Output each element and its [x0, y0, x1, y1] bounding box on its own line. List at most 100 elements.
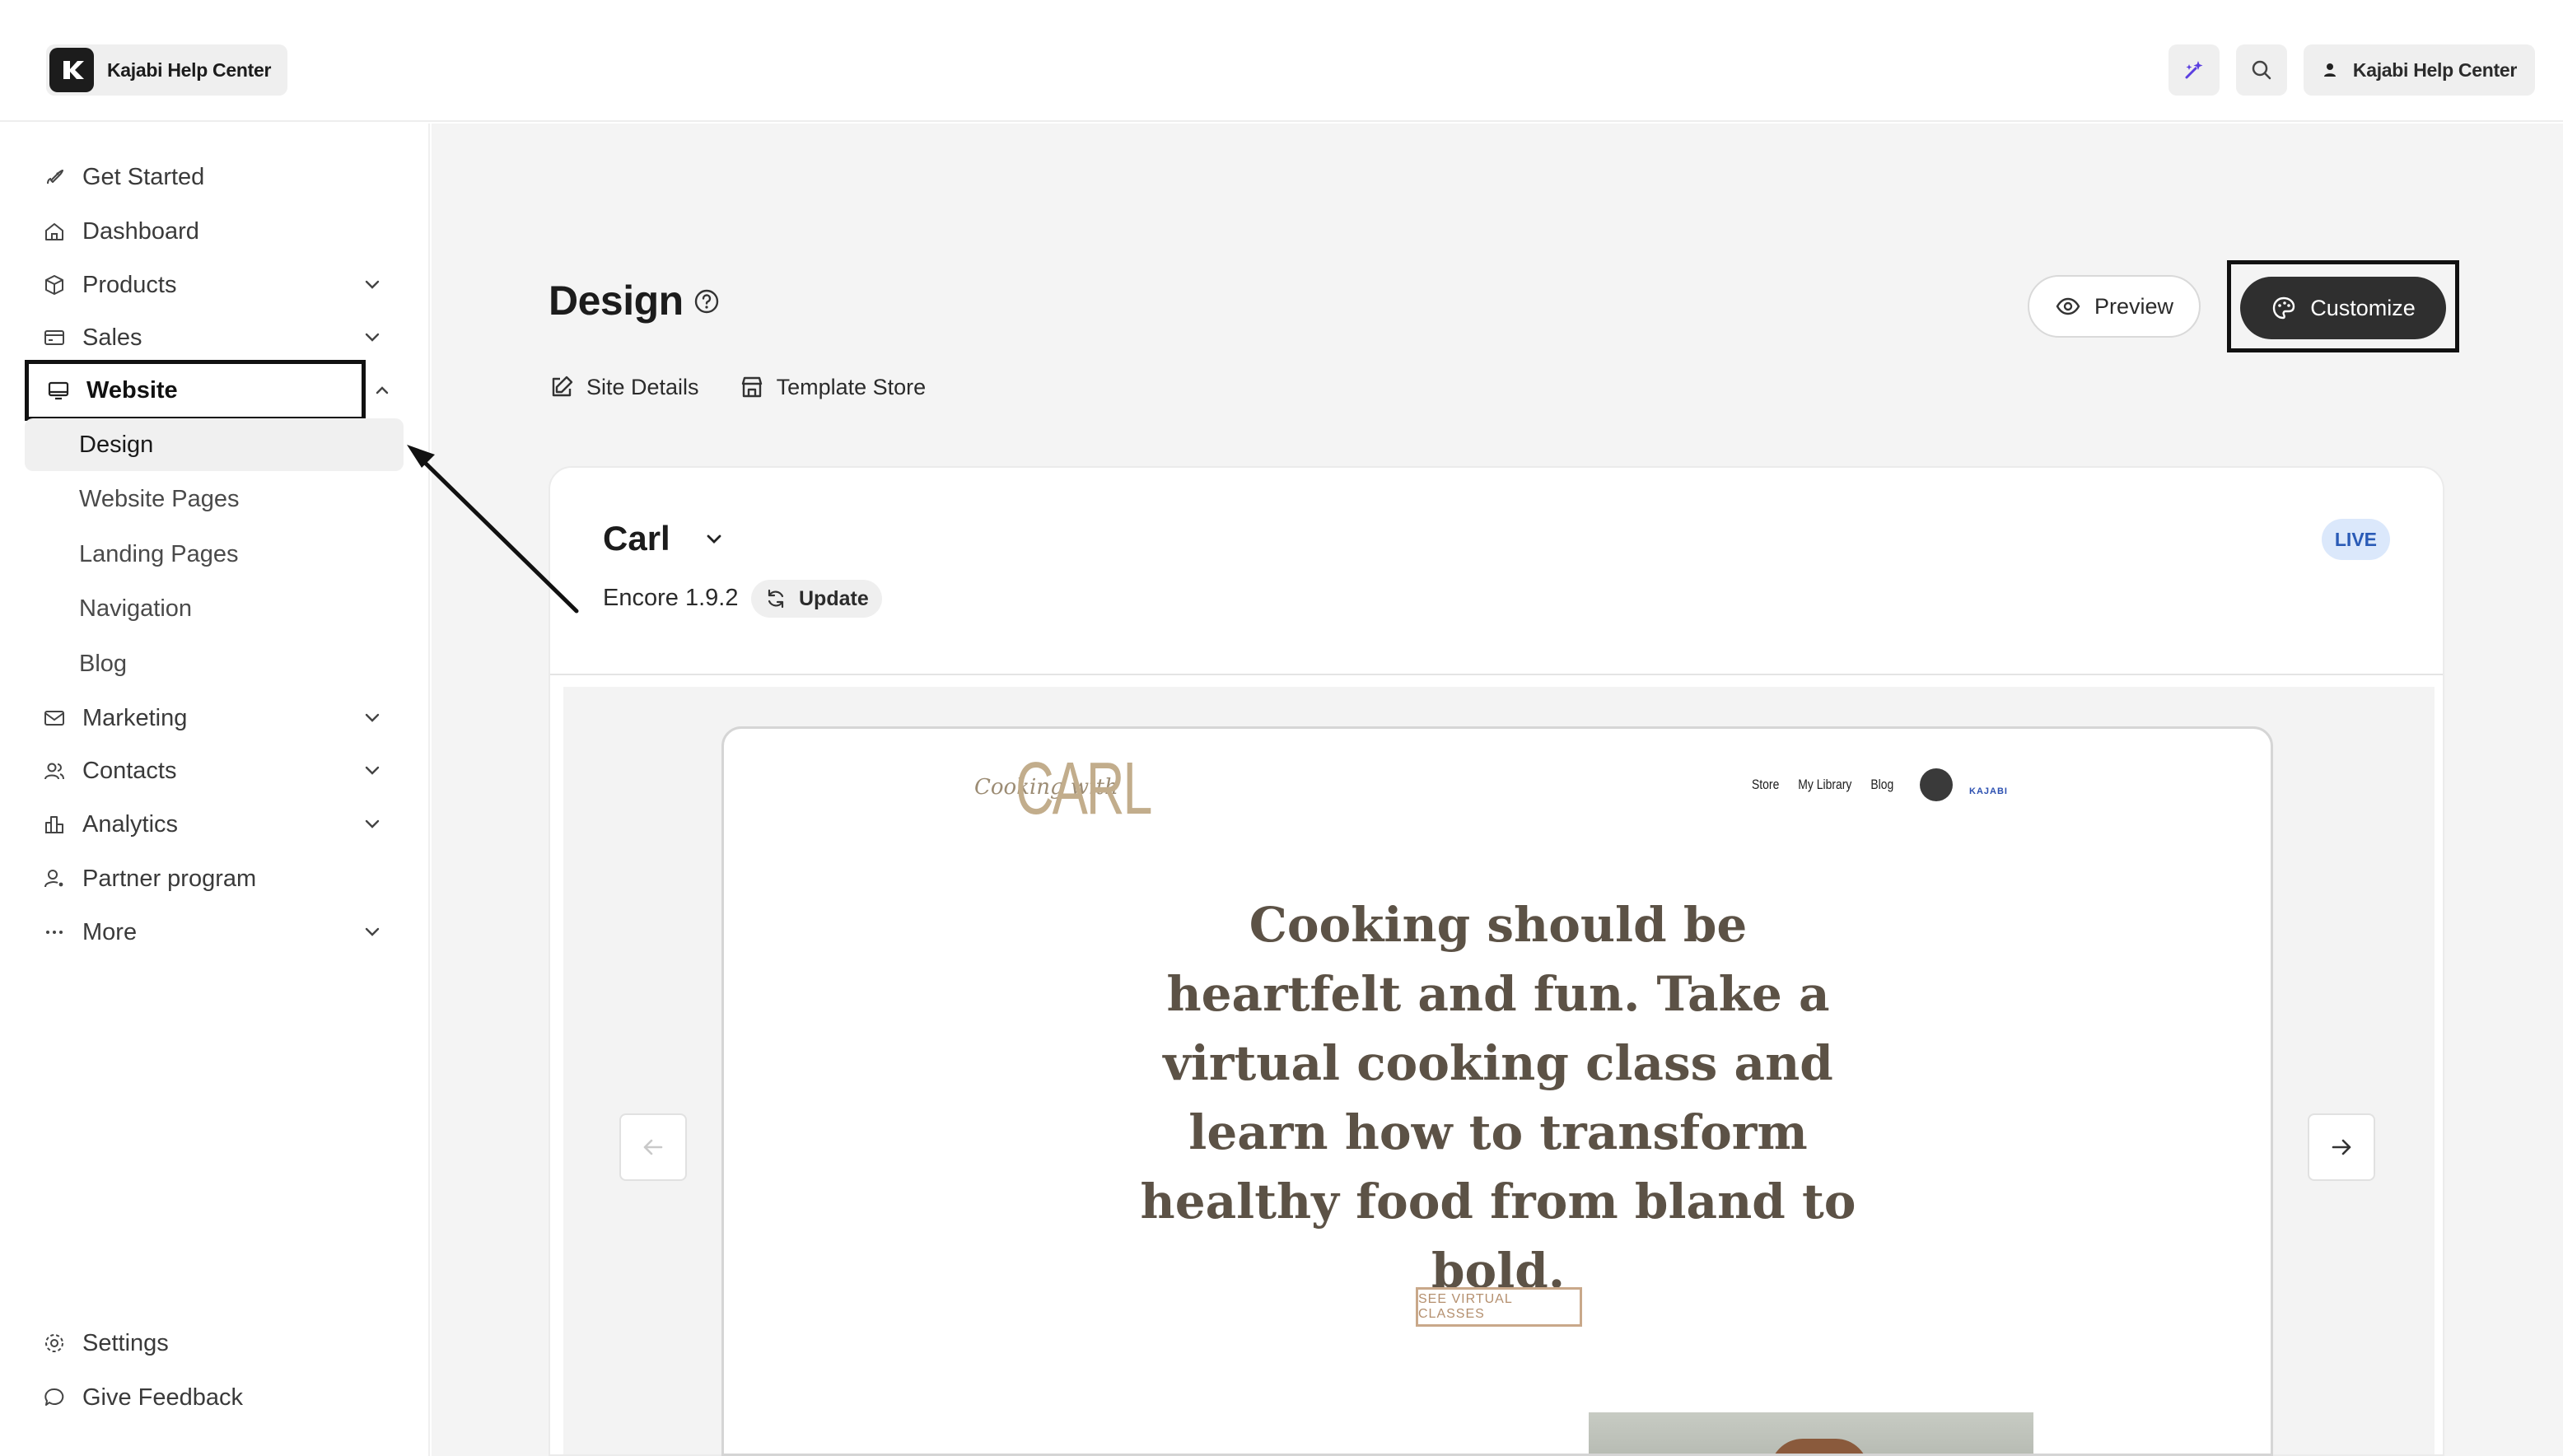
chevron-down-icon — [365, 766, 380, 775]
sidebar-subitem-navigation[interactable]: Navigation — [25, 582, 404, 635]
sidebar-subitem-landing-pages[interactable]: Landing Pages — [25, 528, 404, 581]
preview-button[interactable]: Preview — [2028, 275, 2201, 338]
tab-template-store[interactable]: Template Store — [739, 374, 927, 400]
chevron-down-icon[interactable] — [702, 527, 726, 552]
brand-name: Kajabi Help Center — [107, 58, 272, 81]
sidebar-item-label: Give Feedback — [82, 1384, 244, 1411]
site-cta-button: SEE VIRTUAL CLASSES — [1416, 1287, 1582, 1327]
users-icon — [41, 758, 68, 784]
customize-label: Customize — [2310, 295, 2416, 320]
page-title: Design — [549, 278, 684, 324]
sidebar-item-give-feedback[interactable]: Give Feedback — [25, 1374, 404, 1421]
sidebar-subitem-label: Blog — [79, 650, 128, 677]
sidebar-item-products[interactable]: Products — [25, 262, 404, 308]
sidebar-item-analytics[interactable]: Analytics — [25, 801, 404, 847]
arrow-right-icon — [2332, 1139, 2351, 1155]
mail-icon — [41, 705, 68, 731]
next-slide-button[interactable] — [2308, 1113, 2375, 1181]
site-nav: Store My Library Blog — [1752, 777, 1893, 793]
customize-button[interactable]: Customize — [2240, 277, 2446, 339]
sidebar-item-label: Analytics — [82, 810, 179, 838]
chat-icon — [41, 1384, 68, 1411]
sidebar-item-label: More — [82, 918, 138, 945]
chevron-down-icon — [365, 927, 380, 936]
search-button[interactable] — [2235, 44, 2287, 96]
site-nav-item: Store — [1752, 777, 1780, 792]
sidebar-item-website[interactable]: Website — [25, 360, 366, 421]
sidebar-item-label: Partner program — [82, 865, 257, 892]
live-status-badge: LIVE — [2321, 519, 2390, 560]
sidebar-subitem-blog[interactable]: Blog — [25, 637, 404, 690]
site-kajabi-logo: KAJABI — [1969, 786, 2008, 796]
sidebar-subitem-label: Website Pages — [79, 485, 240, 512]
edit-icon — [552, 376, 573, 397]
update-label: Update — [799, 586, 869, 610]
site-avatar — [1920, 768, 1953, 801]
theme-version: Encore 1.9.2 — [603, 585, 739, 611]
sidebar-item-partner-program[interactable]: Partner program — [25, 856, 404, 902]
kajabi-logo-icon — [49, 48, 94, 92]
update-button[interactable]: Update — [751, 580, 882, 618]
sidebar-subitem-website-pages[interactable]: Website Pages — [25, 473, 404, 525]
chevron-down-icon — [365, 819, 380, 828]
chevron-down-icon — [365, 333, 380, 342]
ai-assistant-button[interactable] — [2168, 44, 2220, 96]
sidebar-item-label: Marketing — [82, 704, 188, 731]
sidebar-item-label: Settings — [82, 1329, 169, 1356]
customize-highlight: Customize — [2227, 260, 2459, 352]
rocket-icon — [41, 164, 68, 190]
sidebar-item-marketing[interactable]: Marketing — [25, 695, 404, 741]
site-hero-heading: Cooking should be heartfelt and fun. Tak… — [1140, 897, 1856, 1299]
sidebar-item-label: Contacts — [82, 757, 177, 784]
site-logo: CARL — [1015, 748, 1152, 830]
sidebar-item-label: Website — [86, 376, 178, 404]
sidebar-subitem-label: Navigation — [79, 595, 193, 622]
brand-button[interactable]: Kajabi Help Center — [46, 44, 288, 96]
sidebar-item-settings[interactable]: Settings — [25, 1320, 404, 1366]
refresh-icon — [768, 589, 784, 609]
monitor-icon — [45, 377, 72, 404]
sidebar-item-more[interactable]: More — [25, 909, 404, 955]
sidebar-item-get-started[interactable]: Get Started — [25, 154, 404, 200]
search-icon — [2252, 60, 2271, 80]
bar-chart-icon — [41, 811, 68, 838]
sparkle-icon — [2185, 61, 2203, 79]
sidebar-item-dashboard[interactable]: Dashboard — [25, 208, 404, 254]
top-bar: Kajabi Help Center Kajabi Help Center — [0, 0, 2563, 122]
user-icon — [2323, 63, 2336, 77]
tab-label: Site Details — [586, 374, 699, 399]
sidebar-item-label: Get Started — [82, 163, 205, 190]
tab-site-details[interactable]: Site Details — [549, 374, 699, 400]
chevron-up-icon[interactable] — [372, 380, 392, 400]
design-tabs: Site Details Template Store — [549, 374, 926, 400]
website-preview-frame[interactable]: Cooking with CARL Store My Library Blog … — [721, 726, 2273, 1456]
sidebar-item-label: Sales — [82, 324, 142, 351]
gear-icon — [41, 1330, 68, 1356]
sidebar-item-contacts[interactable]: Contacts — [25, 748, 404, 794]
preview-label: Preview — [2094, 293, 2174, 319]
sidebar-item-label: Dashboard — [82, 217, 199, 245]
help-circle-icon[interactable] — [693, 288, 720, 315]
sidebar-subitem-design[interactable]: Design — [25, 418, 404, 471]
sidebar-item-sales[interactable]: Sales — [25, 315, 404, 361]
eye-icon — [2056, 297, 2080, 315]
credit-card-icon — [41, 324, 68, 351]
account-menu-button[interactable]: Kajabi Help Center — [2303, 44, 2535, 96]
home-icon — [41, 218, 68, 245]
sidebar-subitem-label: Design — [79, 431, 154, 458]
user-plus-icon — [41, 866, 68, 892]
arrow-left-icon — [643, 1139, 663, 1155]
chevron-down-icon — [365, 280, 380, 289]
theme-name: Carl — [603, 519, 670, 558]
chevron-down-icon — [365, 713, 380, 722]
card-divider — [550, 674, 2443, 675]
box-icon — [41, 272, 68, 298]
account-label: Kajabi Help Center — [2352, 58, 2517, 81]
sidebar-subitem-label: Landing Pages — [79, 540, 239, 567]
site-nav-item: My Library — [1798, 777, 1852, 792]
previous-slide-button[interactable] — [619, 1113, 687, 1181]
more-icon — [41, 919, 68, 945]
store-icon — [741, 376, 762, 398]
palette-icon — [2273, 296, 2295, 320]
tab-label: Template Store — [776, 374, 927, 399]
